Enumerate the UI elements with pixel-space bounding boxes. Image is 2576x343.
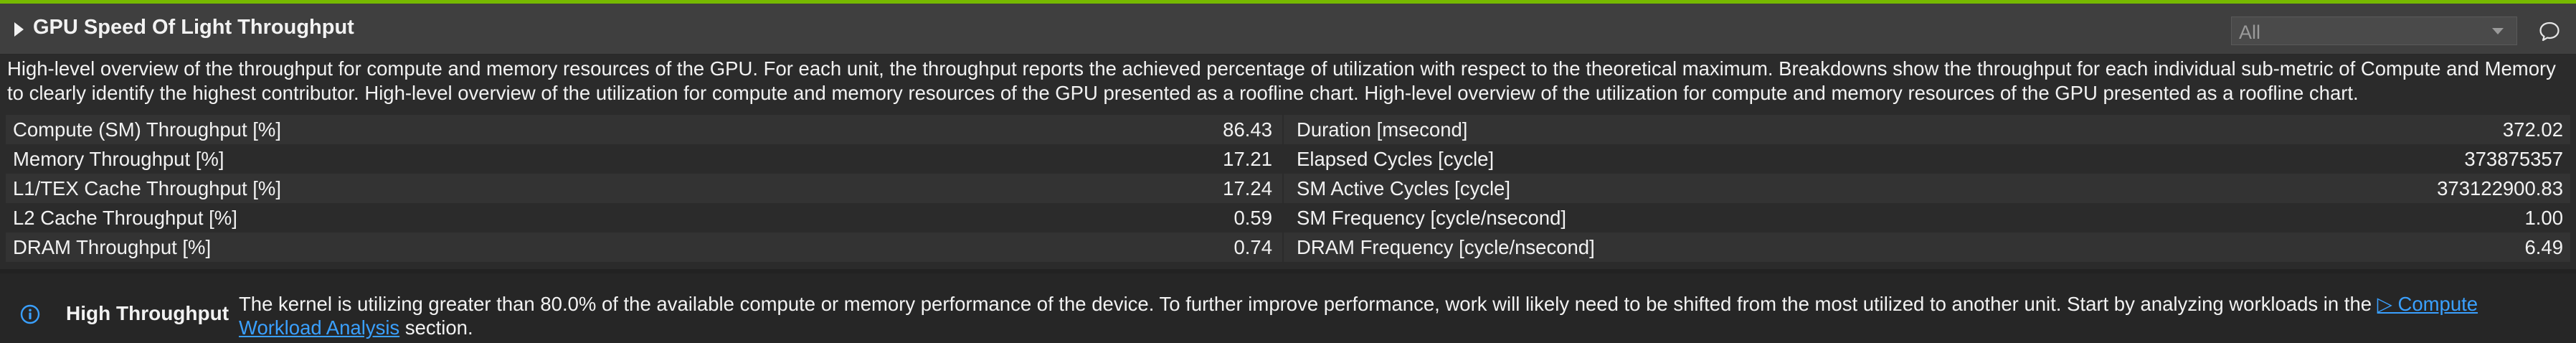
metric-value: 86.43: [1223, 118, 1272, 141]
comment-icon[interactable]: [2539, 21, 2560, 42]
metric-label: DRAM Throughput [%]: [13, 236, 212, 258]
filter-dropdown[interactable]: All: [2231, 17, 2517, 45]
metric-value: 373122900.83: [2437, 177, 2563, 199]
table-row: Memory Throughput [%] 17.21 Elapsed Cycl…: [6, 144, 2570, 174]
filter-dropdown-value: All: [2239, 22, 2261, 43]
metric-value: 372.02: [2502, 118, 2563, 141]
table-row: L1/TEX Cache Throughput [%] 17.24 SM Act…: [6, 174, 2570, 203]
rule-result-panel: High Throughput The kernel is utilizing …: [0, 269, 2576, 343]
metric-label: SM Active Cycles [cycle]: [1297, 177, 1510, 199]
metric-value: 17.24: [1223, 177, 1272, 199]
metric-label: SM Frequency [cycle/nsecond]: [1297, 207, 1567, 229]
rule-message-text: The kernel is utilizing greater than 80.…: [239, 293, 2377, 315]
metric-label: DRAM Frequency [cycle/nsecond]: [1297, 236, 1595, 258]
expand-triangle-icon[interactable]: [14, 22, 24, 37]
table-row: DRAM Throughput [%] 0.74 DRAM Frequency …: [6, 232, 2570, 262]
table-row: Compute (SM) Throughput [%] 86.43 Durati…: [6, 115, 2570, 144]
column-divider: [1282, 174, 1284, 203]
section-title[interactable]: GPU Speed Of Light Throughput: [33, 16, 354, 39]
column-divider: [1282, 203, 1284, 232]
column-divider: [1282, 144, 1284, 174]
metric-label: Compute (SM) Throughput [%]: [13, 118, 281, 141]
table-row: L2 Cache Throughput [%] 0.59 SM Frequenc…: [6, 203, 2570, 232]
column-divider: [1282, 115, 1284, 144]
metric-label: Duration [msecond]: [1297, 118, 1468, 141]
metric-value: 0.74: [1233, 236, 1272, 258]
rule-title: High Throughput: [66, 302, 229, 324]
section-description: High-level overview of the throughput fo…: [7, 57, 2556, 104]
metric-label: Elapsed Cycles [cycle]: [1297, 148, 1495, 170]
metric-value: 0.59: [1233, 207, 1272, 229]
chevron-down-icon: [2492, 28, 2504, 34]
column-divider: [1282, 232, 1284, 262]
metric-label: L1/TEX Cache Throughput [%]: [13, 177, 282, 199]
metric-value: 373875357: [2464, 148, 2563, 170]
info-icon: [20, 304, 40, 324]
rule-message: The kernel is utilizing greater than 80.…: [239, 292, 2527, 339]
metric-value: 17.21: [1223, 148, 1272, 170]
metric-label: L2 Cache Throughput [%]: [13, 207, 237, 229]
metric-label: Memory Throughput [%]: [13, 148, 224, 170]
metric-value: 6.49: [2524, 236, 2563, 258]
section-header[interactable]: GPU Speed Of Light Throughput All: [0, 4, 2576, 55]
rule-message-suffix: section.: [399, 316, 473, 339]
metric-value: 1.00: [2524, 207, 2563, 229]
